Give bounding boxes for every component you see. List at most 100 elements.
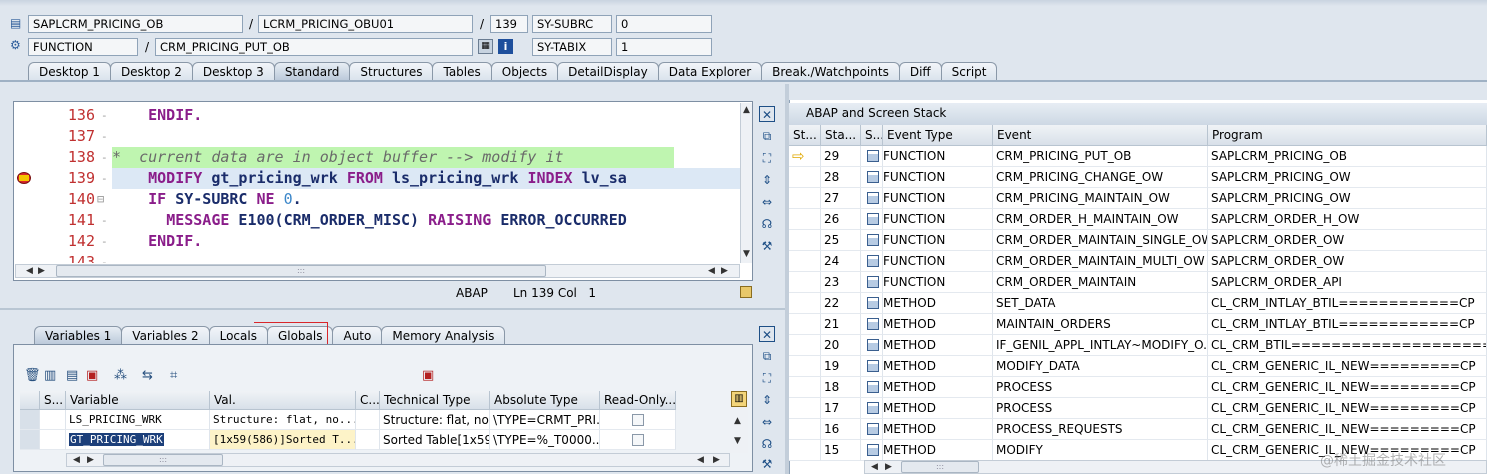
stack-level[interactable]: 17 xyxy=(821,398,861,419)
stack-event[interactable]: CRM_PRICING_MAINTAIN_OW xyxy=(993,188,1208,209)
tab-desktop-2[interactable]: Desktop 2 xyxy=(109,62,193,81)
column-header[interactable]: S... xyxy=(40,391,66,410)
tab-standard[interactable]: Standard xyxy=(273,62,351,81)
code-vscroll[interactable]: ▲ ▼ xyxy=(740,103,752,263)
navigate-icon[interactable]: ⇆ xyxy=(142,368,153,384)
tabix-value[interactable]: 1 xyxy=(616,38,712,56)
import-icon[interactable]: ▤ xyxy=(66,368,78,384)
stack-event[interactable]: CRM_ORDER_MAINTAIN_MULTI_OW xyxy=(993,251,1208,272)
tab-variables-2[interactable]: Variables 2 xyxy=(121,326,210,345)
stack-event[interactable]: IF_GENIL_APPL_INTLAY~MODIFY_O... xyxy=(993,335,1208,356)
read-only-checkbox[interactable] xyxy=(632,434,644,446)
scroll-down-icon-var[interactable]: ▼ xyxy=(734,435,741,447)
save-icon[interactable]: ▣ xyxy=(422,368,434,384)
tab-structures[interactable]: Structures xyxy=(349,62,434,81)
variables-hscroll[interactable]: ◀ ▶ ::: ◀ ▶ xyxy=(66,453,730,467)
scroll-thumb[interactable]: ::: xyxy=(56,265,546,277)
scroll-left-icon-var[interactable]: ◀ xyxy=(73,454,80,466)
scroll-right-icon[interactable]: ▶ xyxy=(38,265,45,277)
code-line[interactable]: 136- ENDIF. xyxy=(15,105,740,126)
scroll-up-icon-var[interactable]: ▲ xyxy=(734,415,741,427)
column-header[interactable]: Absolute Type xyxy=(490,391,600,410)
tab-tables[interactable]: Tables xyxy=(432,62,492,81)
stack-program[interactable]: CL_CRM_GENERIC_IL_NEW=========CP xyxy=(1208,377,1487,398)
stack-event[interactable]: SET_DATA xyxy=(993,293,1208,314)
stack-event[interactable]: MODIFY_DATA xyxy=(993,356,1208,377)
cell-var[interactable]: LS_PRICING_WRK xyxy=(66,410,210,430)
stack-level[interactable]: 22 xyxy=(821,293,861,314)
stack-level[interactable]: 29 xyxy=(821,146,861,167)
scroll-thumb-stack[interactable]: ::: xyxy=(901,461,979,473)
code-hscroll[interactable]: ◀ ▶ ::: ◀ ▶ xyxy=(15,264,740,278)
tab-variables-1[interactable]: Variables 1 xyxy=(34,326,123,345)
scroll-right-icon-2[interactable]: ▶ xyxy=(721,265,728,277)
variables-vscroll[interactable]: ▥ ▲ ▼ xyxy=(730,391,748,453)
program-field[interactable]: SAPLCRM_PRICING_OB xyxy=(28,15,243,33)
stack-event-type[interactable]: METHOD xyxy=(883,314,993,335)
cell-val[interactable]: Structure: flat, no... xyxy=(210,410,356,430)
code-line[interactable]: 139- MODIFY gt_pricing_wrk FROM ls_prici… xyxy=(15,168,740,189)
stack-level[interactable]: 15 xyxy=(821,440,861,461)
display-source-icon[interactable]: ▦ xyxy=(478,39,493,54)
stack-program[interactable]: CL_CRM_BTIL====================CP xyxy=(1208,335,1487,356)
export-icon[interactable]: ▣ xyxy=(86,368,98,384)
stack-event-type[interactable]: METHOD xyxy=(883,377,993,398)
code-line[interactable]: 142- ENDIF. xyxy=(15,231,740,252)
delete-icon[interactable]: 🗑 xyxy=(24,368,41,384)
swap-tool-icon-2[interactable]: ☊ xyxy=(759,436,775,452)
scroll-right-icon-var[interactable]: ▶ xyxy=(87,454,94,466)
maximize-vertical-icon[interactable]: ⇕ xyxy=(759,172,775,188)
scroll-left-icon[interactable]: ◀ xyxy=(26,265,33,277)
stack-program[interactable]: SAPLCRM_ORDER_API xyxy=(1208,272,1487,293)
scroll-right-icon-stack[interactable]: ▶ xyxy=(885,461,892,473)
stack-level[interactable]: 21 xyxy=(821,314,861,335)
stack-column-header[interactable]: Sta... xyxy=(821,125,861,146)
tab-desktop-3[interactable]: Desktop 3 xyxy=(191,62,275,81)
line-field[interactable]: 139 xyxy=(490,15,528,33)
maximize-vertical-icon-2[interactable]: ⇕ xyxy=(759,392,775,408)
column-settings-icon[interactable]: ▥ xyxy=(731,391,747,407)
tab-memory-analysis[interactable]: Memory Analysis xyxy=(381,326,506,345)
cell-var[interactable]: GT_PRICING_WRK xyxy=(66,430,210,450)
stack-event[interactable]: CRM_ORDER_MAINTAIN xyxy=(993,272,1208,293)
scroll-right-icon-var-2[interactable]: ▶ xyxy=(713,454,720,466)
maximize-horizontal-icon-2[interactable]: ⇔ xyxy=(759,414,775,430)
stack-event-type[interactable]: METHOD xyxy=(883,419,993,440)
stack-program[interactable]: SAPLCRM_PRICING_OW xyxy=(1208,188,1487,209)
stack-program[interactable]: CL_CRM_GENERIC_IL_NEW=========CP xyxy=(1208,398,1487,419)
stack-event-type[interactable]: FUNCTION xyxy=(883,251,993,272)
event-field[interactable]: CRM_PRICING_PUT_OB xyxy=(155,38,473,56)
stack-level[interactable]: 23 xyxy=(821,272,861,293)
stack-column-header[interactable]: St... xyxy=(789,125,821,146)
column-header[interactable]: Variable xyxy=(66,391,210,410)
stack-event-type[interactable]: METHOD xyxy=(883,356,993,377)
tab-detaildisplay[interactable]: DetailDisplay xyxy=(557,62,659,81)
stack-level[interactable]: 18 xyxy=(821,377,861,398)
stack-program[interactable]: CL_CRM_GENERIC_IL_NEW=========CP xyxy=(1208,419,1487,440)
stack-column-header[interactable]: Event xyxy=(993,125,1208,146)
event-type-field[interactable]: FUNCTION xyxy=(28,38,138,56)
stack-event[interactable]: CRM_ORDER_H_MAINTAIN_OW xyxy=(993,209,1208,230)
stack-event-type[interactable]: FUNCTION xyxy=(883,188,993,209)
new-tool-icon[interactable]: ⧉ xyxy=(759,128,775,144)
row-selector[interactable] xyxy=(20,410,40,430)
code-editor[interactable]: 136- ENDIF. 137-138- * current data are in… xyxy=(15,103,740,263)
info-icon[interactable]: i xyxy=(498,39,513,54)
tab-data-explorer[interactable]: Data Explorer xyxy=(657,62,763,81)
stack-event[interactable]: CRM_ORDER_MAINTAIN_SINGLE_OW xyxy=(993,230,1208,251)
stack-column-header[interactable]: Program xyxy=(1208,125,1487,146)
code-line[interactable]: 143- xyxy=(15,252,740,263)
hierarchy-icon[interactable]: ⁂ xyxy=(114,368,127,384)
stack-program[interactable]: SAPLCRM_ORDER_OW xyxy=(1208,230,1487,251)
column-header[interactable]: Read-Only... xyxy=(600,391,676,410)
stack-event-type[interactable]: METHOD xyxy=(883,398,993,419)
stack-level[interactable]: 19 xyxy=(821,356,861,377)
stack-level[interactable]: 20 xyxy=(821,335,861,356)
scroll-up-icon[interactable]: ▲ xyxy=(743,104,750,116)
stack-event[interactable]: PROCESS xyxy=(993,398,1208,419)
grid-corner[interactable] xyxy=(20,391,40,410)
selected-variable[interactable]: GT_PRICING_WRK xyxy=(69,433,164,446)
read-only-checkbox[interactable] xyxy=(632,414,644,426)
close-icon-2[interactable]: ✕ xyxy=(759,326,775,342)
editor-settings-icon[interactable] xyxy=(740,286,752,298)
